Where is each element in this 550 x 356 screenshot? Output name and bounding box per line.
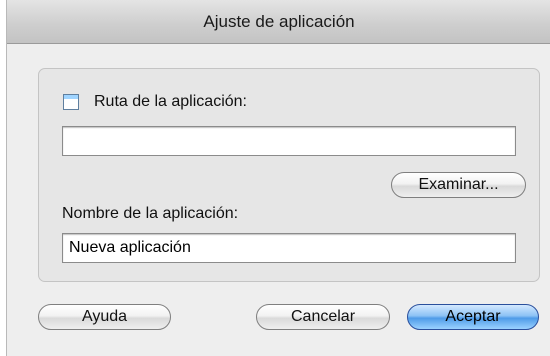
path-input[interactable] — [62, 126, 516, 156]
name-input[interactable] — [62, 233, 516, 263]
path-label: Ruta de la aplicación: — [94, 93, 247, 110]
browse-button[interactable]: Examinar... — [391, 172, 526, 198]
help-button[interactable]: Ayuda — [38, 304, 171, 330]
dialog-window: Ajuste de aplicación Ruta de la aplicaci… — [6, 0, 550, 356]
window-title: Ajuste de aplicación — [203, 12, 355, 31]
title-bar[interactable]: Ajuste de aplicación — [7, 0, 550, 44]
path-checkbox[interactable] — [63, 94, 79, 110]
cancel-button[interactable]: Cancelar — [256, 304, 390, 330]
ok-button[interactable]: Aceptar — [407, 304, 539, 330]
name-label: Nombre de la aplicación: — [62, 205, 239, 222]
